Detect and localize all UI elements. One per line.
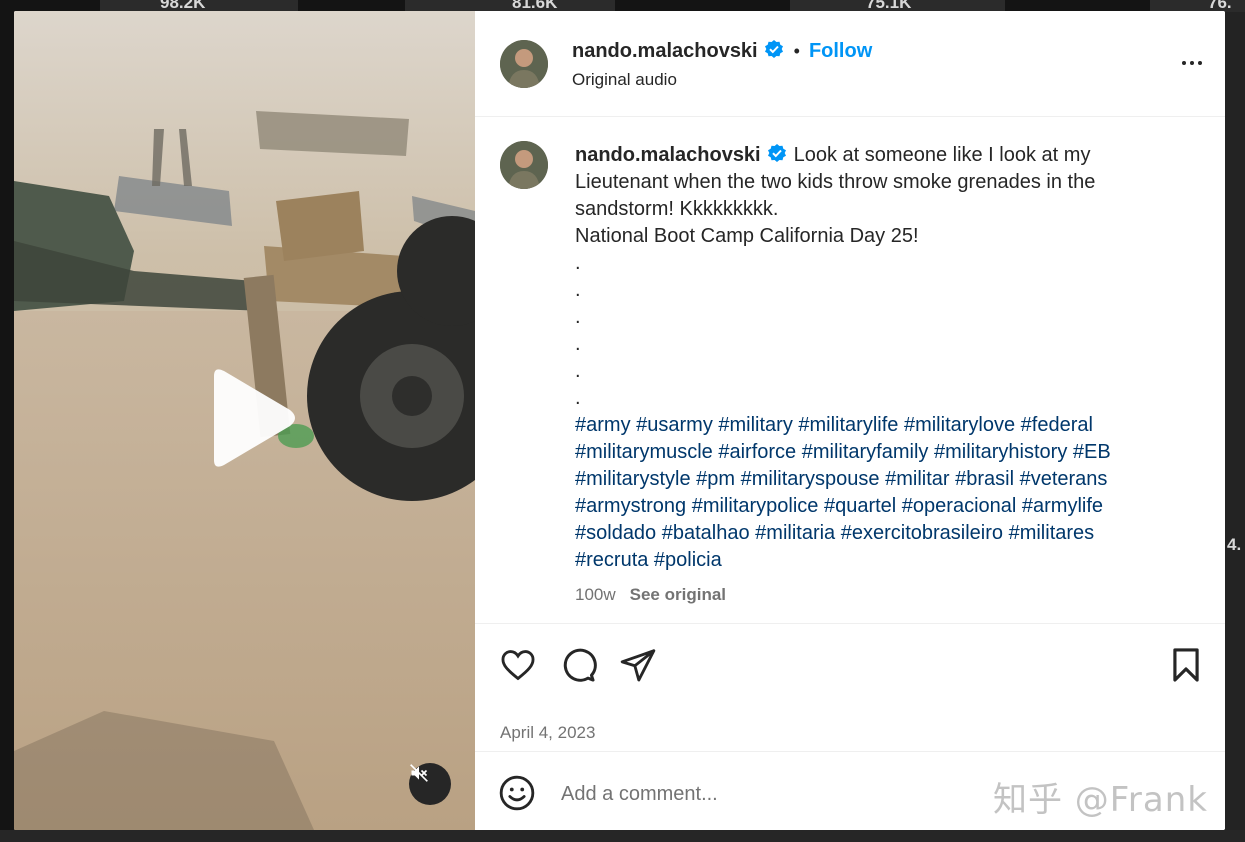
avatar[interactable]: [500, 40, 548, 88]
more-options-icon[interactable]: [1177, 51, 1207, 75]
post-header: nando.malachovski • Follow Original audio: [475, 11, 1225, 117]
caption-text: Look at someone like I look at my: [793, 144, 1091, 166]
caption-line: National Boot Camp California Day 25!: [575, 225, 919, 247]
caption-line: Lieutenant when the two kids throw smoke…: [575, 171, 1096, 193]
caption-line: sandstorm! Kkkkkkkkk.: [575, 198, 779, 220]
verified-badge-icon: [767, 144, 786, 162]
speaker-muted-icon: [410, 764, 428, 782]
view-count: 4.: [1227, 535, 1242, 554]
caption-dot: .: [575, 387, 581, 409]
caption-line: nando.malachovski Look at someone like I …: [575, 142, 1165, 169]
bg-tile[interactable]: [0, 830, 1245, 842]
like-button[interactable]: [499, 646, 537, 684]
hashtag-line[interactable]: #militarystyle #pm #militaryspouse #mili…: [575, 468, 1107, 490]
share-button[interactable]: [619, 646, 657, 684]
play-button[interactable]: [200, 366, 300, 470]
caption-meta: 100w See original: [575, 585, 726, 605]
avatar-image: [500, 40, 548, 88]
hashtag-line[interactable]: #recruta #policia: [575, 549, 722, 571]
comment-bubble-icon: [563, 648, 597, 682]
header-title-row: nando.malachovski • Follow: [572, 39, 872, 63]
mute-button[interactable]: [409, 763, 451, 805]
avatar-image: [500, 141, 548, 189]
caption-dot: .: [575, 252, 581, 274]
hashtag-line[interactable]: #armystrong #militarypolice #quartel #op…: [575, 495, 1103, 517]
caption-dot: .: [575, 333, 581, 355]
hashtag-line[interactable]: #army #usarmy #military #militarylife #m…: [575, 414, 1093, 436]
heart-icon: [501, 650, 535, 681]
smiley-icon: [499, 775, 535, 811]
caption-dot: .: [575, 279, 581, 301]
follow-button[interactable]: Follow: [809, 40, 872, 62]
separator-dot: •: [793, 41, 800, 61]
comment-button[interactable]: [559, 646, 597, 684]
comment-bar: 知乎 @Frank: [475, 751, 1225, 830]
caption-avatar[interactable]: [500, 141, 548, 189]
original-audio-link[interactable]: Original audio: [572, 70, 677, 90]
bookmark-icon: [1173, 648, 1199, 682]
post-age[interactable]: 100w: [575, 585, 616, 604]
caption-dot: .: [575, 306, 581, 328]
hashtag-line[interactable]: #soldado #batalhao #militaria #exercitob…: [575, 522, 1094, 544]
post-caption: nando.malachovski Look at someone like I …: [575, 142, 1165, 574]
hashtag-line[interactable]: #militarymuscle #airforce #militaryfamil…: [575, 441, 1111, 463]
caption-dot: .: [575, 360, 581, 382]
paper-plane-icon: [620, 649, 656, 682]
hashtag-list: #army #usarmy #military #militarylife #m…: [575, 412, 1165, 574]
video-player[interactable]: [14, 11, 475, 830]
author-username[interactable]: nando.malachovski: [572, 40, 758, 62]
save-button[interactable]: [1167, 646, 1205, 684]
see-original-link[interactable]: See original: [630, 585, 726, 604]
post-date[interactable]: April 4, 2023: [500, 723, 595, 743]
bg-tile[interactable]: [1225, 12, 1245, 830]
action-bar: April 4, 2023: [475, 623, 1225, 750]
post-modal: nando.malachovski • Follow Original audio …: [14, 11, 1225, 830]
post-panel: nando.malachovski • Follow Original audio …: [475, 11, 1225, 830]
caption-username[interactable]: nando.malachovski: [575, 144, 761, 166]
play-icon: [214, 369, 295, 467]
verified-badge-icon: [764, 40, 783, 58]
watermark: 知乎 @Frank: [993, 780, 1208, 820]
comment-input[interactable]: [559, 778, 983, 810]
emoji-button[interactable]: [498, 774, 536, 812]
